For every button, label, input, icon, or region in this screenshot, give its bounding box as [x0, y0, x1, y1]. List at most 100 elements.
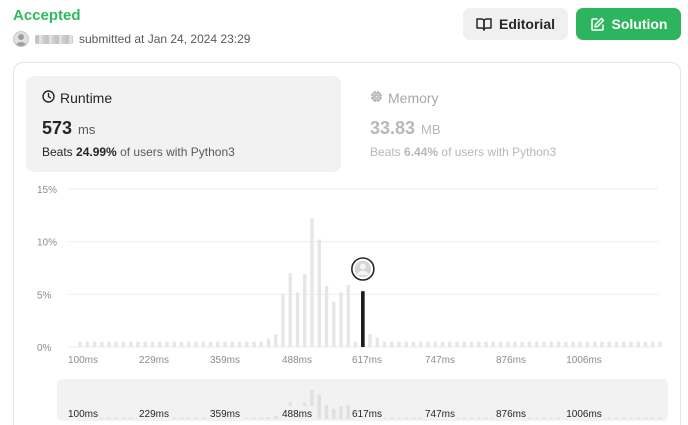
chart-bar[interactable] [216, 341, 220, 347]
chart-bar[interactable] [397, 341, 401, 347]
chart-bar[interactable] [187, 341, 191, 347]
chart-bar[interactable] [411, 341, 416, 347]
chart-bar[interactable] [230, 341, 234, 347]
chart-bar[interactable] [266, 338, 271, 347]
chart-bar[interactable] [288, 273, 292, 347]
chart-bar[interactable] [281, 294, 285, 347]
chart-bar[interactable] [368, 334, 372, 347]
chart-bar[interactable] [172, 341, 176, 347]
chart-bar[interactable] [165, 341, 169, 347]
chart-bar[interactable] [201, 341, 205, 347]
runtime-distribution-chart[interactable]: 15% 10% 5% 0% 100ms 229ms 359ms 488ms 617ms 747ms… [0, 0, 688, 425]
mini-bar [643, 417, 648, 419]
chart-bar[interactable] [114, 341, 118, 347]
chart-bar[interactable] [643, 341, 648, 347]
chart-bar[interactable] [607, 341, 611, 347]
chart-bar[interactable] [506, 341, 510, 347]
mini-bar [107, 417, 111, 419]
chart-bar[interactable] [274, 334, 278, 347]
chart-bar[interactable] [527, 341, 532, 347]
chart-bar[interactable] [578, 341, 582, 347]
chart-bar[interactable] [426, 341, 430, 347]
mini-bar [121, 417, 126, 419]
chart-bar[interactable] [585, 341, 590, 347]
chart-bar[interactable] [332, 301, 336, 347]
chart-bar[interactable] [433, 341, 437, 347]
chart-bar[interactable] [549, 341, 553, 347]
mini-bar [274, 416, 278, 419]
x-tick-label: 617ms [352, 355, 382, 366]
chart-bar[interactable] [129, 341, 133, 347]
chart-bar[interactable] [208, 341, 213, 347]
chart-bar[interactable] [448, 341, 452, 347]
chart-bar[interactable] [317, 239, 321, 347]
chart-bar[interactable] [542, 341, 546, 347]
mini-bar [252, 417, 256, 419]
chart-bar[interactable] [513, 341, 517, 347]
chart-bar[interactable] [303, 274, 307, 347]
chart-bar[interactable] [404, 341, 408, 347]
chart-bar[interactable] [252, 341, 256, 347]
x-tick-label: 488ms [282, 355, 312, 366]
chart-bar[interactable] [440, 341, 445, 347]
mini-bar [622, 417, 626, 419]
chart-bar[interactable] [535, 341, 539, 347]
chart-bar[interactable] [462, 341, 466, 347]
chart-bar[interactable] [223, 341, 227, 347]
chart-bar[interactable] [107, 341, 111, 347]
chart-bar[interactable] [353, 341, 358, 347]
chart-bar[interactable] [571, 341, 575, 347]
chart-bar[interactable] [469, 341, 474, 347]
chart-bar[interactable] [150, 341, 155, 347]
x-tick-label: 229ms [139, 355, 169, 366]
x-tick-label: 747ms [425, 355, 455, 366]
y-tick-label: 15% [37, 185, 57, 196]
chart-bar[interactable] [556, 341, 561, 347]
chart-bar[interactable] [622, 341, 626, 347]
chart-bar[interactable] [310, 218, 314, 347]
chart-bar[interactable] [346, 284, 350, 347]
chart-bar[interactable] [324, 285, 329, 347]
chart-bar[interactable] [390, 341, 394, 347]
chart-bar[interactable] [651, 341, 655, 347]
chart-bar[interactable] [158, 341, 162, 347]
mini-bar [245, 417, 249, 419]
chart-bar[interactable] [593, 341, 597, 347]
chart-bar[interactable] [121, 341, 126, 347]
chart-bar[interactable] [245, 341, 249, 347]
highlight-bar[interactable] [361, 291, 365, 347]
chart-bar[interactable] [136, 341, 140, 347]
chart-bar[interactable] [520, 341, 524, 347]
chart-bar[interactable] [455, 341, 459, 347]
y-tick-label: 0% [37, 343, 52, 354]
chart-bar[interactable] [259, 341, 263, 347]
chart-bar[interactable] [339, 292, 343, 347]
chart-bar[interactable] [179, 341, 184, 347]
chart-bar[interactable] [419, 341, 423, 347]
mini-bar [419, 417, 423, 419]
chart-bar[interactable] [600, 341, 604, 347]
chart-bar[interactable] [614, 341, 619, 347]
mini-bar [549, 417, 553, 419]
chart-bar[interactable] [100, 341, 104, 347]
chart-bar[interactable] [382, 341, 387, 347]
mini-bar [172, 417, 176, 419]
chart-bar[interactable] [498, 341, 503, 347]
mini-bar [462, 417, 466, 419]
chart-bar[interactable] [629, 341, 633, 347]
chart-bar[interactable] [92, 341, 97, 347]
chart-bar[interactable] [491, 341, 495, 347]
chart-bar[interactable] [194, 341, 198, 347]
chart-bar[interactable] [477, 341, 481, 347]
chart-bar[interactable] [295, 292, 300, 347]
chart-bar[interactable] [237, 341, 242, 347]
chart-bar[interactable] [658, 341, 662, 347]
chart-bar[interactable] [636, 341, 640, 347]
chart-bar[interactable] [564, 341, 568, 347]
chart-bar[interactable] [78, 341, 82, 347]
chart-bar[interactable] [85, 341, 89, 347]
chart-bar[interactable] [484, 341, 488, 347]
marker-avatar-head [359, 263, 366, 270]
chart-bar[interactable] [143, 341, 147, 347]
chart-bar[interactable] [375, 337, 379, 347]
